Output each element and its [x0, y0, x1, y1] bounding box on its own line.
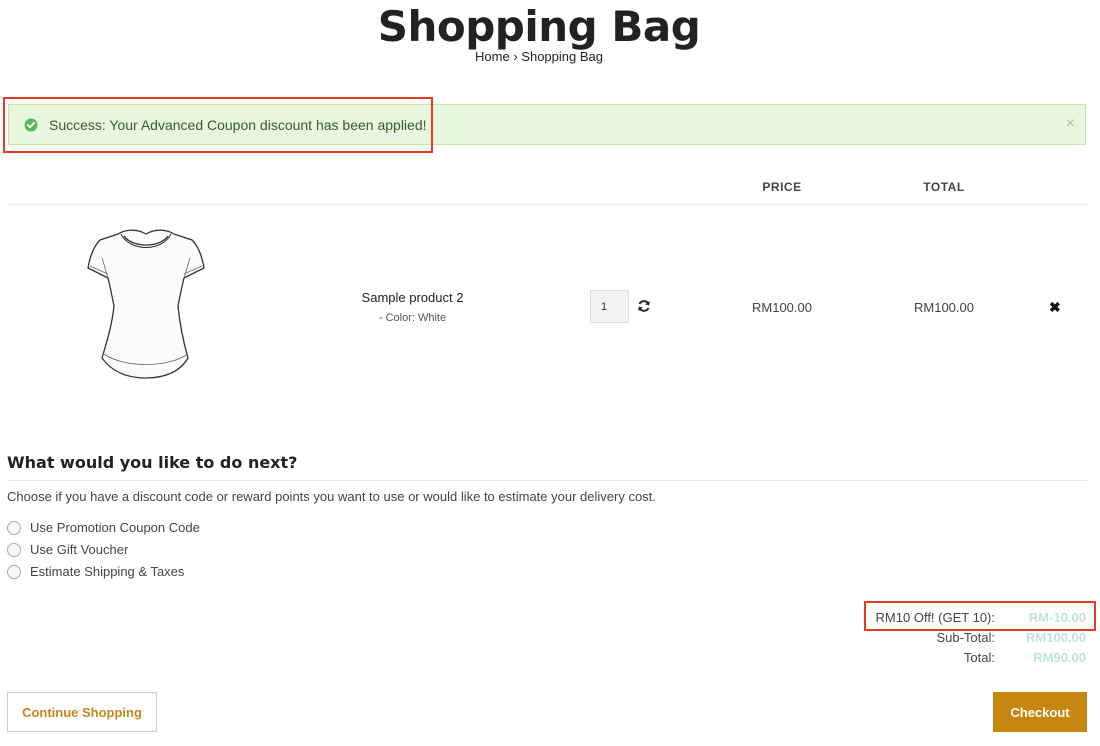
shipping-option-label: Estimate Shipping & Taxes [30, 564, 185, 579]
checkout-button[interactable]: Checkout [993, 692, 1087, 732]
continue-shopping-button[interactable]: Continue Shopping [7, 692, 157, 732]
table-divider [7, 204, 1087, 205]
shipping-option[interactable]: Estimate Shipping & Taxes [7, 564, 184, 579]
total-value: RM90.00 [1033, 650, 1086, 665]
product-name-link[interactable]: Sample product 2 [330, 290, 495, 305]
total-column-header: TOTAL [923, 180, 965, 194]
remove-icon[interactable]: ✖ [1049, 299, 1061, 316]
coupon-option-label: Use Promotion Coupon Code [30, 520, 200, 535]
voucher-radio[interactable] [7, 542, 21, 557]
product-image[interactable] [84, 226, 208, 382]
coupon-radio[interactable] [7, 520, 21, 535]
voucher-option-label: Use Gift Voucher [30, 542, 129, 557]
discount-value: RM-10.00 [1028, 610, 1086, 625]
success-alert: Success: Your Advanced Coupon discount h… [8, 104, 1086, 145]
price-column-header: PRICE [762, 180, 802, 194]
section-divider [7, 480, 1087, 481]
shipping-radio[interactable] [7, 564, 21, 579]
discount-label: RM10 Off! (GET 10): [875, 610, 995, 625]
row-total: RM100.00 [914, 300, 974, 315]
unit-price: RM100.00 [752, 300, 812, 315]
breadcrumb: Home › Shopping Bag [0, 49, 1078, 64]
breadcrumb-current: Shopping Bag [521, 49, 603, 64]
subtotal-label: Sub-Total: [936, 630, 995, 645]
close-icon[interactable]: × [1066, 115, 1075, 133]
breadcrumb-home-link[interactable]: Home [475, 49, 510, 64]
page-title: Shopping Bag [377, 2, 701, 51]
product-option: - Color: White [378, 312, 447, 324]
check-circle-icon [24, 118, 38, 132]
quantity-input[interactable] [590, 290, 629, 323]
total-label: Total: [963, 650, 995, 665]
next-steps-description: Choose if you have a discount code or re… [7, 489, 656, 504]
voucher-option[interactable]: Use Gift Voucher [7, 542, 128, 557]
breadcrumb-separator: › [513, 49, 518, 64]
coupon-option[interactable]: Use Promotion Coupon Code [7, 520, 200, 535]
subtotal-value: RM100.00 [1026, 630, 1086, 645]
next-steps-heading: What would you like to do next? [7, 453, 298, 472]
alert-message: Success: Your Advanced Coupon discount h… [49, 117, 427, 133]
refresh-icon[interactable] [637, 299, 651, 313]
